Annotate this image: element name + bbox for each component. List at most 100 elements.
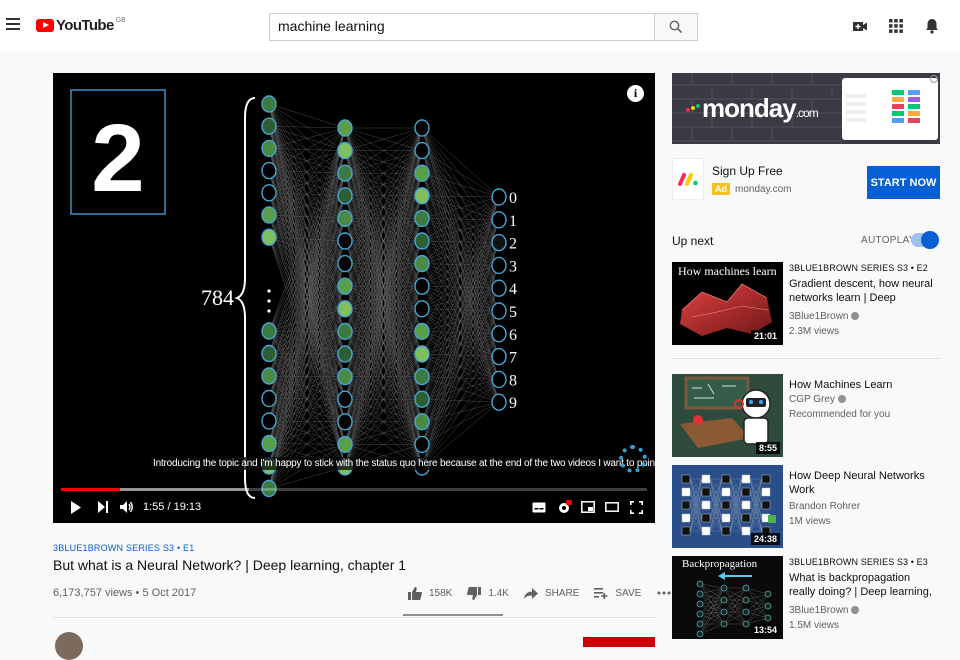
neuron xyxy=(262,346,276,362)
video-title[interactable]: Gradient descent, how neural networks le… xyxy=(789,277,939,305)
neuron xyxy=(262,436,276,452)
neuron xyxy=(338,301,352,317)
play-icon[interactable] xyxy=(67,495,85,519)
notifications-bell-icon[interactable] xyxy=(922,16,942,36)
theater-mode-icon[interactable] xyxy=(603,495,621,519)
recommended-video[interactable]: 24:38 How Deep Neural Networks Work Bran… xyxy=(672,465,942,549)
recommended-video[interactable]: How machines learn 21:01 3BLUE1BROWN SER… xyxy=(672,262,942,346)
neuron xyxy=(262,229,276,245)
neuron xyxy=(262,140,276,156)
video-thumbnail[interactable]: Backpropagation 13:54 xyxy=(672,556,783,639)
output-label: 8 xyxy=(509,372,517,389)
share-button[interactable]: SHARE xyxy=(523,586,579,600)
settings-gear-icon[interactable] xyxy=(555,495,573,519)
dislike-button[interactable]: 1.4K xyxy=(466,586,509,600)
neuron xyxy=(338,256,352,272)
video-thumbnail[interactable]: How machines learn 21:01 xyxy=(672,262,783,345)
neuron xyxy=(492,257,506,273)
verified-check-icon xyxy=(851,312,859,320)
channel-name[interactable]: 3Blue1Brown xyxy=(789,311,939,322)
share-arrow-icon xyxy=(523,586,539,600)
menu-icon[interactable] xyxy=(6,18,20,30)
thumbs-down-icon xyxy=(466,586,482,600)
youtube-logo[interactable]: YouTube GB xyxy=(36,17,126,34)
neuron xyxy=(338,165,352,181)
verified-check-icon xyxy=(838,395,846,403)
subscribe-button[interactable] xyxy=(583,637,655,647)
video-thumbnail[interactable]: 24:38 xyxy=(672,465,783,548)
video-title[interactable]: How Machines Learn xyxy=(789,378,939,392)
up-next-label: Up next xyxy=(672,234,713,248)
duration-badge: 13:54 xyxy=(751,624,780,636)
playlist-add-icon xyxy=(593,586,609,600)
neuron xyxy=(415,143,429,159)
neuron xyxy=(338,143,352,159)
ad-logo[interactable] xyxy=(672,158,704,200)
video-title: But what is a Neural Network? | Deep lea… xyxy=(53,557,406,573)
ad-banner-image[interactable]: monday.com xyxy=(672,73,940,144)
like-button[interactable]: 158K xyxy=(407,586,452,600)
search-input[interactable]: machine learning xyxy=(269,13,655,41)
neuron xyxy=(492,394,506,410)
progress-bar[interactable] xyxy=(61,488,647,491)
neuron xyxy=(262,185,276,201)
recommended-video[interactable]: Backpropagation 13:54 3BLUE1BROWN SERIES… xyxy=(672,556,942,640)
neuron xyxy=(492,349,506,365)
ad-choices-icon[interactable] xyxy=(930,75,938,83)
output-label: 1 xyxy=(509,213,517,230)
neuron xyxy=(338,369,352,385)
output-label: 9 xyxy=(509,395,517,412)
channel-avatar[interactable] xyxy=(55,632,83,660)
channel-name[interactable]: CGP Grey xyxy=(789,394,939,405)
neuron xyxy=(415,369,429,385)
logo-text: YouTube xyxy=(56,17,114,34)
video-player[interactable]: 27840123456789 i Introducing the topic a… xyxy=(53,73,655,523)
ad-title[interactable]: Sign Up Free xyxy=(712,164,783,178)
neuron xyxy=(262,413,276,429)
more-actions-icon[interactable] xyxy=(657,591,671,595)
share-label: SHARE xyxy=(545,588,579,599)
logo-country: GB xyxy=(116,17,126,24)
thumbnail-text: Backpropagation xyxy=(682,558,757,570)
dislike-count: 1.4K xyxy=(488,588,509,599)
apps-grid-icon[interactable] xyxy=(886,16,906,36)
series-label: 3BLUE1BROWN SERIES S3 • E2 xyxy=(789,263,939,273)
input-brace xyxy=(237,98,255,498)
neuron xyxy=(338,120,352,136)
info-icon[interactable]: i xyxy=(627,85,644,102)
neuron xyxy=(415,346,429,362)
create-video-icon[interactable] xyxy=(850,16,870,36)
video-meta: Recommended for you xyxy=(789,409,939,420)
save-button[interactable]: SAVE xyxy=(593,586,641,600)
neuron xyxy=(338,346,352,362)
masthead: YouTube GB machine learning xyxy=(0,0,960,52)
fullscreen-icon[interactable] xyxy=(627,495,645,519)
miniplayer-icon[interactable] xyxy=(579,495,597,519)
ad-cta-button[interactable]: START NOW xyxy=(867,166,940,199)
neuron xyxy=(415,323,429,339)
video-thumbnail[interactable]: 8:55 xyxy=(672,374,783,457)
view-count: 6,173,757 views • 5 Oct 2017 xyxy=(53,587,196,599)
neuron xyxy=(492,280,506,296)
autoplay-toggle[interactable] xyxy=(911,233,935,247)
channel-name[interactable]: 3Blue1Brown xyxy=(789,605,939,616)
next-icon[interactable] xyxy=(95,495,111,519)
divider xyxy=(53,617,655,618)
loading-spinner-icon xyxy=(619,445,647,473)
neuron xyxy=(262,207,276,223)
video-title[interactable]: How Deep Neural Networks Work xyxy=(789,469,939,497)
video-meta: 2.3M views xyxy=(789,326,939,337)
video-actions: 158K 1.4K SHARE SAVE xyxy=(407,586,685,600)
video-series-link[interactable]: 3BLUE1BROWN SERIES S3 • E1 xyxy=(53,543,194,553)
subtitles-icon[interactable] xyxy=(530,495,548,519)
neuron xyxy=(415,188,429,204)
neuron xyxy=(338,210,352,226)
save-label: SAVE xyxy=(615,588,641,599)
video-title[interactable]: What is backpropagation really doing? | … xyxy=(789,571,939,599)
recommended-video[interactable]: 8:55 How Machines Learn CGP Grey Recomme… xyxy=(672,374,942,458)
volume-icon[interactable] xyxy=(119,495,135,519)
output-label: 5 xyxy=(509,304,517,321)
output-label: 7 xyxy=(509,350,517,367)
search-button[interactable] xyxy=(654,13,698,41)
channel-name[interactable]: Brandon Rohrer xyxy=(789,501,939,512)
